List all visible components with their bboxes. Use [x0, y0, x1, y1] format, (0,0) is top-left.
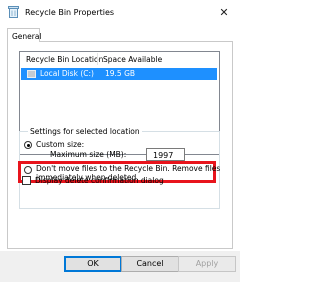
- dont-move-files-label-line1: Don't move files to the Recycle Bin. Rem…: [36, 164, 221, 173]
- cancel-button[interactable]: Cancel: [121, 256, 179, 272]
- list-header: Recycle Bin Location Space Available: [20, 52, 219, 66]
- tab-general[interactable]: General: [7, 28, 42, 42]
- radio-selected-dot: [26, 143, 30, 147]
- list-item[interactable]: Local Disk (C:) 19.5 GB: [21, 68, 217, 80]
- title-bar: Recycle Bin Properties ✕: [0, 0, 240, 26]
- window-title: Recycle Bin Properties: [25, 8, 115, 17]
- custom-size-label: Custom size:: [36, 140, 85, 149]
- confirm-dialog-label: Display delete confirmation dialog: [35, 176, 164, 185]
- dont-move-files-radio[interactable]: [24, 166, 32, 174]
- max-size-label: Maximum size (MB):: [50, 150, 127, 159]
- general-panel: Recycle Bin Location Space Available Loc…: [7, 41, 233, 249]
- custom-size-radio[interactable]: [24, 141, 32, 149]
- close-button[interactable]: ✕: [215, 5, 233, 21]
- tab-general-label: General: [12, 32, 42, 41]
- apply-button[interactable]: Apply: [178, 256, 236, 272]
- recycle-bin-icon: [8, 6, 19, 18]
- column-header-space[interactable]: Space Available: [103, 55, 162, 64]
- settings-group-title: Settings for selected location: [28, 127, 142, 136]
- close-icon: ✕: [219, 6, 229, 19]
- drive-icon: [27, 70, 36, 78]
- ok-button[interactable]: OK: [64, 256, 122, 272]
- space-cell: 19.5 GB: [105, 69, 136, 78]
- location-cell: Local Disk (C:): [40, 69, 94, 78]
- column-header-location[interactable]: Recycle Bin Location: [26, 55, 103, 64]
- max-size-input[interactable]: [146, 148, 185, 161]
- column-separator[interactable]: [97, 53, 98, 65]
- confirm-dialog-checkbox[interactable]: [22, 176, 31, 185]
